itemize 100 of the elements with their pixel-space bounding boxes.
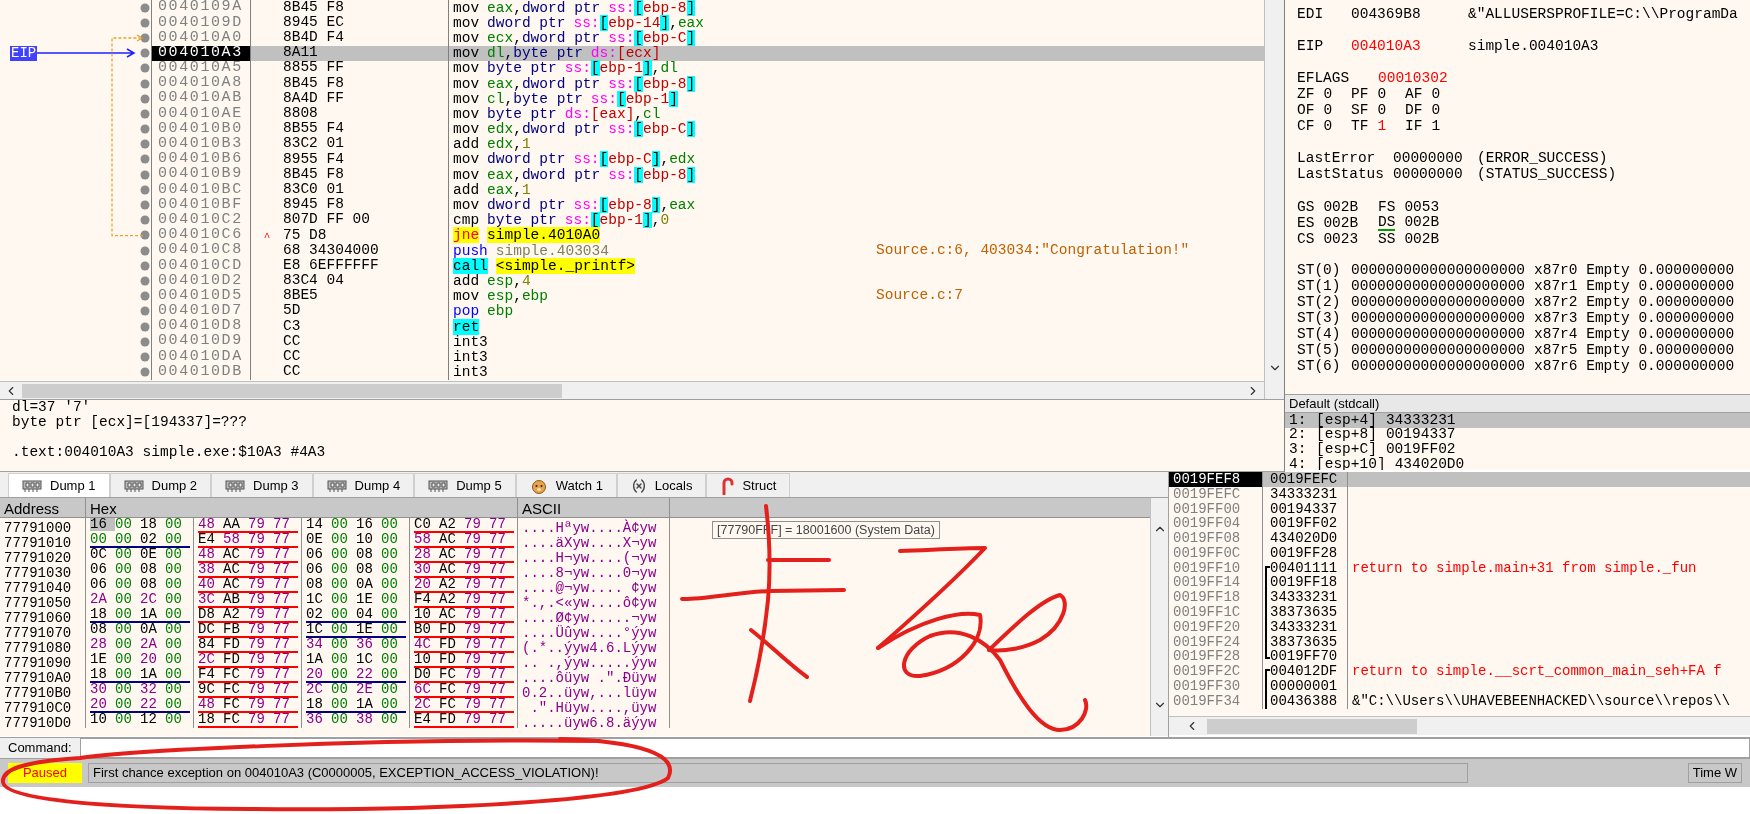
breakpoint-icon[interactable] (140, 260, 150, 271)
dump-tab[interactable]: Struct (706, 473, 791, 497)
ascii-text: ....äXyw....X¬yw (522, 535, 657, 551)
breakpoint-icon[interactable] (140, 169, 150, 180)
flag-name: IF (1405, 117, 1423, 137)
dump-address: 777910A0 (4, 670, 72, 686)
register-name: EIP (1297, 37, 1325, 57)
dump-tab[interactable]: Dump 5 (414, 473, 516, 497)
dump-tab[interactable]: Dump 2 (109, 473, 212, 497)
breakpoint-icon[interactable] (140, 108, 150, 119)
hex-dword: 18 FC 79 77 (198, 713, 298, 728)
breakpoint-icon[interactable] (140, 321, 150, 332)
horizontal-scrollbar[interactable] (0, 381, 1264, 399)
status-message: First chance exception on 004010A3 (C0000005, EXCEPTION_ACCESS_VIOLATION)! (88, 763, 1468, 783)
dump-tab[interactable]: Watch 1 (515, 473, 617, 497)
argument-value: 34333231 (1385, 413, 1456, 428)
hex-dword: 58 AC 79 77 (414, 533, 514, 548)
register-value[interactable]: 004369B8 (1351, 4, 1468, 26)
breakpoint-icon[interactable] (140, 184, 150, 195)
breakpoint-icon[interactable] (140, 63, 150, 74)
flag-value: 0 (1377, 85, 1387, 104)
vertical-scrollbar[interactable] (1264, 0, 1284, 399)
breakpoint-icon[interactable] (140, 154, 150, 165)
instruction-text: ret (453, 319, 480, 334)
breakpoint-icon[interactable] (140, 200, 150, 211)
dump-address: 77791020 (4, 550, 72, 566)
hex-dword: 28 00 2A 00 (90, 638, 183, 651)
breakpoint-icon[interactable] (140, 48, 150, 59)
instruction-text: push simple.403034 (453, 243, 609, 258)
hex-dword: 1C 00 1E 00 (306, 623, 406, 638)
dump-address: 77791040 (4, 580, 72, 596)
vertical-scrollbar[interactable] (1150, 498, 1168, 736)
hex-dword: 6C FC 79 77 (414, 683, 514, 698)
instruction-text: mov eax,dword ptr ss:[ebp-8] (453, 167, 696, 182)
column-header[interactable]: Address (4, 500, 60, 517)
opcode-bytes: 8BE5 (283, 286, 318, 304)
register-value: 00000000 (1393, 165, 1464, 185)
instruction-text: mov eax,dword ptr ss:[ebp-8] (453, 76, 696, 91)
flag-value: 1 (1431, 117, 1441, 137)
breakpoint-icon[interactable] (140, 139, 150, 150)
hex-dword: 02 00 04 00 (306, 608, 406, 623)
dump-address: 77791060 (4, 610, 72, 626)
breakpoint-icon[interactable] (140, 17, 150, 28)
column-header[interactable]: Hex (90, 500, 117, 517)
breakpoint-icon[interactable] (140, 351, 150, 362)
column-header[interactable]: ASCII (522, 500, 562, 517)
breakpoint-icon[interactable] (140, 275, 150, 286)
info-line: dl=37 '7' (12, 399, 91, 415)
breakpoint-icon[interactable] (140, 2, 150, 13)
instruction-text: add edx,1 (453, 137, 531, 152)
horizontal-scrollbar[interactable] (1169, 716, 1750, 735)
jump-marker: ^ (263, 231, 271, 244)
dump-tab[interactable]: Dump 1 (8, 473, 110, 497)
instruction-text: pop ebp (453, 304, 514, 319)
dump-tab[interactable]: Dump 3 (211, 473, 313, 497)
info-location: .text:004010A3 simple.exe:$10A3 #4A3 (12, 444, 326, 460)
hex-dword: D8 A2 79 77 (198, 608, 298, 623)
breakpoint-icon[interactable] (140, 93, 150, 104)
memory-chip-icon (428, 478, 449, 493)
hex-dword: 18 00 1A 00 (90, 668, 190, 683)
segment-value: 0053 (1404, 200, 1440, 214)
hex-dword: 14 00 16 00 (306, 518, 399, 531)
ascii-text: ....Ø¢yw.....¬yw (522, 610, 657, 626)
command-label: Command: (7, 739, 73, 758)
breakpoint-icon[interactable] (140, 124, 150, 135)
breakpoint-icon[interactable] (140, 367, 150, 378)
hex-dword: 0E 00 10 00 (306, 533, 399, 546)
dump-address: 777910D0 (4, 715, 72, 731)
opcode-bytes: 8808 (283, 104, 318, 122)
memory-chip-icon (225, 478, 246, 493)
instruction-text: mov byte ptr ss:[ebp-1],dl (453, 61, 678, 76)
register-name: ST(2) (1297, 293, 1342, 311)
hex-dword: E4 58 79 77 (198, 533, 298, 548)
register-value[interactable]: 004010A3 (1351, 36, 1468, 58)
hex-dword: 3C AB 79 77 (198, 593, 298, 608)
argument-index: 2: (1289, 425, 1308, 443)
breakpoint-icon[interactable] (140, 230, 150, 241)
breakpoint-icon[interactable] (140, 291, 150, 302)
flag-name: SF (1351, 101, 1369, 120)
dump-tab[interactable]: Dump 4 (312, 473, 415, 497)
register-name: ST(0) (1297, 261, 1342, 279)
hex-dword: 06 00 08 00 (306, 563, 399, 576)
memory-chip-icon (22, 478, 42, 493)
command-input[interactable] (79, 738, 1750, 758)
ascii-text: ....Hªyw....À¢yw (522, 520, 657, 536)
dump-address: 77791000 (4, 520, 72, 536)
breakpoint-icon[interactable] (140, 215, 150, 226)
register-name: ST(5) (1297, 341, 1342, 359)
breakpoint-icon[interactable] (140, 78, 150, 89)
opcode-bytes: CC (283, 347, 301, 365)
breakpoint-icon[interactable] (140, 245, 150, 256)
register-value: 00000000000000000000 (1351, 293, 1527, 312)
register-name: ST(3) (1297, 309, 1342, 327)
breakpoint-icon[interactable] (140, 32, 150, 43)
hex-dword: 1E 00 20 00 (90, 653, 183, 666)
breakpoint-icon[interactable] (140, 336, 150, 347)
dump-tab[interactable]: Locals (616, 473, 707, 497)
stack-value: 0019FF02 (1270, 514, 1338, 532)
flag-value: 0 (1323, 117, 1333, 137)
breakpoint-icon[interactable] (140, 306, 150, 317)
